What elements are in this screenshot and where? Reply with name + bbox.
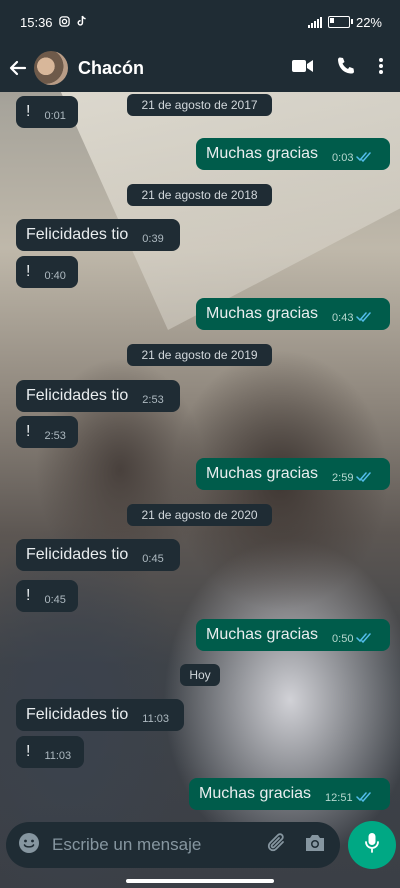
status-left: 15:36 (0, 15, 87, 30)
message-time: 0:45 (44, 594, 66, 606)
message-time: 2:59 (332, 472, 354, 484)
back-arrow-icon[interactable] (6, 56, 30, 80)
message-outgoing[interactable]: Muchas gracias 0:03 (196, 138, 390, 170)
battery-fill (329, 18, 334, 23)
message-incoming[interactable]: ! 2:53 (16, 416, 78, 448)
date-separator: 21 de agosto de 2019 (127, 344, 272, 366)
message-incoming[interactable]: ! 0:01 (16, 96, 78, 128)
message-input[interactable]: Escribe un mensaje (52, 835, 201, 855)
battery-percent: 22% (355, 14, 382, 30)
message-time: 0:40 (44, 270, 66, 282)
contact-name[interactable]: Chacón (78, 58, 144, 79)
date-separator: 21 de agosto de 2018 (127, 184, 272, 206)
date-separator: 21 de agosto de 2020 (127, 504, 272, 526)
message-time: 2:53 (142, 394, 164, 406)
message-text: Felicidades tio (26, 546, 129, 563)
message-incoming[interactable]: Felicidades tio 2:53 (16, 380, 180, 412)
message-text: Muchas gracias (206, 145, 319, 162)
message-incoming[interactable]: Felicidades tio 11:03 (16, 699, 184, 731)
emoji-icon[interactable] (18, 832, 40, 859)
message-input-container: Escribe un mensaje (6, 822, 340, 868)
message-time: 0:50 (332, 633, 354, 645)
message-time: 12:51 (325, 792, 353, 804)
message-time: 0:43 (332, 312, 354, 324)
phone-icon[interactable] (336, 56, 356, 81)
attach-icon[interactable] (266, 832, 288, 859)
mic-icon (364, 832, 380, 859)
message-text: Felicidades tio (26, 706, 129, 723)
voice-message-button[interactable] (348, 821, 396, 869)
chat-messages: ! 0:01 21 de agosto de 2017 Muchas graci… (0, 92, 400, 812)
whatsapp-chat-screen: 15:36 22% Chacón ! 0:01 21 de agosto de … (0, 0, 400, 888)
message-text: ! (26, 263, 31, 280)
header-actions (292, 56, 400, 81)
message-text: Muchas gracias (206, 465, 319, 482)
message-time: 0:45 (142, 553, 164, 565)
message-time: 0:03 (332, 152, 354, 164)
gesture-navigation-bar[interactable] (126, 879, 274, 883)
video-call-icon[interactable] (292, 58, 314, 79)
date-separator: 21 de agosto de 2017 (127, 94, 272, 116)
message-text: ! (26, 743, 31, 760)
tiktok-icon (76, 15, 87, 30)
double-check-icon (355, 789, 372, 807)
message-incoming[interactable]: Felicidades tio 0:39 (16, 219, 180, 251)
message-text: Muchas gracias (199, 785, 312, 802)
message-outgoing[interactable]: Muchas gracias 12:51 (189, 778, 390, 810)
more-options-icon[interactable] (378, 57, 384, 80)
message-time: 2:53 (44, 430, 66, 442)
message-text: Muchas gracias (206, 626, 319, 643)
message-text: Felicidades tio (26, 387, 129, 404)
message-outgoing[interactable]: Muchas gracias 0:43 (196, 298, 390, 330)
message-text: Muchas gracias (206, 305, 319, 322)
message-text: ! (26, 587, 31, 604)
chat-header: Chacón (0, 44, 400, 92)
instagram-icon (58, 15, 70, 30)
message-time: 0:39 (142, 233, 164, 245)
status-bar: 15:36 22% (0, 0, 400, 44)
double-check-icon (356, 630, 372, 648)
status-time: 15:36 (20, 14, 53, 30)
double-check-icon (356, 309, 372, 327)
battery-icon (327, 16, 353, 28)
double-check-icon (356, 469, 372, 487)
camera-icon[interactable] (304, 833, 326, 858)
message-incoming[interactable]: Felicidades tio 0:45 (16, 539, 180, 571)
message-incoming[interactable]: ! 0:40 (16, 256, 78, 288)
message-time: 0:01 (44, 110, 66, 122)
message-outgoing[interactable]: Muchas gracias 0:50 (196, 619, 390, 651)
avatar[interactable] (34, 51, 68, 85)
message-text: ! (26, 423, 31, 440)
message-time: 11:03 (142, 713, 169, 725)
date-separator: Hoy (180, 664, 220, 686)
message-composer: Escribe un mensaje (0, 818, 400, 874)
message-incoming[interactable]: ! 0:45 (16, 580, 78, 612)
message-text: Felicidades tio (26, 226, 129, 243)
message-incoming[interactable]: ! 11:03 (16, 736, 84, 768)
status-right: 22% (307, 14, 400, 30)
message-text: ! (26, 103, 31, 120)
message-time: 11:03 (44, 750, 72, 762)
signal-icon (307, 16, 322, 28)
double-check-icon (356, 149, 372, 167)
message-outgoing[interactable]: Muchas gracias 2:59 (196, 458, 390, 490)
